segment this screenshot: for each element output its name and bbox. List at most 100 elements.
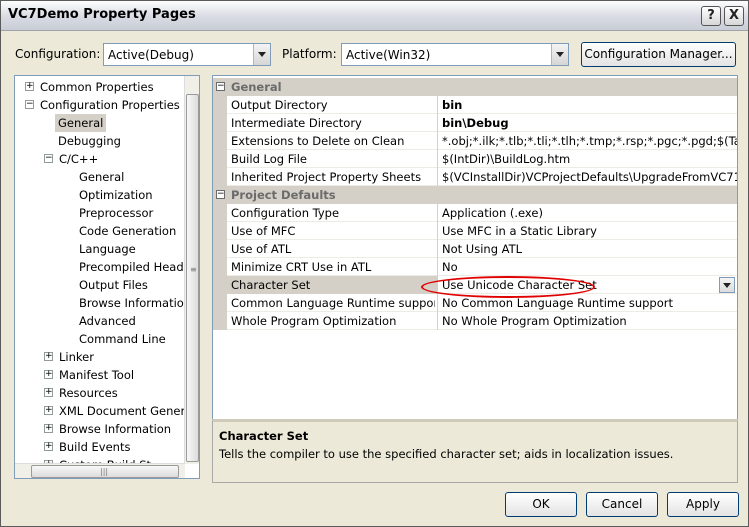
platform-label: Platform: — [282, 47, 337, 61]
tree-item[interactable]: Precompiled Heade — [79, 258, 191, 276]
property-name: Configuration Type — [231, 206, 340, 220]
property-value[interactable]: bin — [442, 98, 737, 112]
description-title: Character Set — [219, 429, 309, 443]
tree-item-label: Browse Information — [59, 422, 172, 436]
tree-item-label: Language — [79, 242, 136, 256]
category-general[interactable]: − General — [213, 78, 737, 96]
property-row[interactable]: Whole Program Optimization No Whole Prog… — [213, 312, 737, 330]
tree-item[interactable]: Language — [79, 240, 136, 258]
platform-select[interactable]: Active(Win32) — [341, 43, 569, 66]
scrollbar-thumb[interactable]: ≡ — [186, 94, 199, 462]
property-pages-dialog: VC7Demo Property Pages ? X Configuration… — [0, 0, 749, 527]
property-row[interactable]: Build Log File $(IntDir)\BuildLog.htm — [213, 150, 737, 168]
tree-item-label: Browse Information — [79, 296, 192, 310]
tree-item[interactable]: Command Line — [79, 330, 166, 348]
tree-item[interactable]: Advanced — [79, 312, 136, 330]
property-row[interactable]: Inherited Project Property Sheets $(VCIn… — [213, 168, 737, 186]
property-row[interactable]: Minimize CRT Use in ATL No — [213, 258, 737, 276]
property-name: Build Log File — [231, 152, 307, 166]
tree-item-label: Preprocessor — [79, 206, 154, 220]
collapse-icon[interactable]: − — [216, 190, 225, 199]
tree-item-label: Output Files — [79, 278, 148, 292]
property-value[interactable]: No — [442, 260, 737, 274]
tree-item-label: Manifest Tool — [59, 368, 135, 382]
tree-item-label: General — [79, 170, 125, 184]
expand-icon[interactable]: + — [44, 424, 53, 433]
tree-item-label: Optimization — [79, 188, 153, 202]
tree-item[interactable]: Code Generation — [79, 222, 176, 240]
tree-item[interactable]: General — [79, 168, 124, 186]
configuration-manager-button[interactable]: Configuration Manager... — [581, 42, 736, 67]
expand-icon[interactable]: + — [44, 352, 53, 361]
tree-item[interactable]: Output Files — [79, 276, 148, 294]
tree-item-label: C/C++ — [59, 152, 99, 166]
ok-button[interactable]: OK — [505, 492, 577, 517]
tree-item-label: Precompiled Heade — [79, 260, 191, 274]
property-name: Output Directory — [231, 98, 328, 112]
expand-icon[interactable]: + — [44, 442, 53, 451]
cancel-button[interactable]: Cancel — [586, 492, 658, 517]
property-row[interactable]: Common Language Runtime support No Commo… — [213, 294, 737, 312]
chevron-down-icon[interactable] — [551, 44, 568, 65]
configuration-select[interactable]: Active(Debug) — [103, 43, 271, 66]
tree-item[interactable]: Browse Information — [79, 294, 191, 312]
property-value[interactable]: Application (.exe) — [442, 206, 737, 220]
property-name: Character Set — [231, 278, 311, 292]
close-button[interactable]: X — [724, 6, 744, 26]
expand-icon[interactable]: + — [44, 406, 53, 415]
window-title: VC7Demo Property Pages — [8, 7, 196, 22]
expand-icon[interactable]: + — [44, 370, 53, 379]
tree-item-label: Common Properties — [40, 80, 154, 94]
property-row[interactable]: Output Directory bin — [213, 96, 737, 114]
property-value[interactable]: Use MFC in a Static Library — [442, 224, 737, 238]
tree-item-label: Code Generation — [79, 224, 177, 238]
expand-icon[interactable]: + — [25, 82, 34, 91]
property-name: Minimize CRT Use in ATL — [231, 260, 372, 274]
tree-item-label: General — [55, 114, 107, 132]
property-row[interactable]: Extensions to Delete on Clean *.obj;*.il… — [213, 132, 737, 150]
tree-item-label: Command Line — [79, 332, 166, 346]
tree-item-label: Configuration Properties — [40, 98, 180, 112]
category-label: Project Defaults — [231, 188, 336, 202]
property-value[interactable]: bin\Debug — [442, 116, 737, 130]
collapse-icon[interactable]: − — [44, 154, 53, 163]
property-value[interactable]: No Whole Program Optimization — [442, 314, 737, 328]
property-value[interactable]: No Common Language Runtime support — [442, 296, 737, 310]
title-bar[interactable]: VC7Demo Property Pages ? X — [1, 1, 748, 31]
platform-value: Active(Win32) — [346, 48, 431, 62]
property-name: Extensions to Delete on Clean — [231, 134, 405, 148]
grip-icon: ||| — [100, 467, 109, 476]
property-row[interactable]: Use of ATL Not Using ATL — [213, 240, 737, 258]
property-row[interactable]: Use of MFC Use MFC in a Static Library — [213, 222, 737, 240]
expand-icon[interactable]: + — [44, 388, 53, 397]
category-label: General — [231, 80, 282, 94]
tree-item[interactable]: Optimization — [79, 186, 153, 204]
property-value[interactable]: *.obj;*.ilk;*.tlb;*.tli;*.tlh;*.tmp;*.rs… — [442, 134, 737, 148]
help-button[interactable]: ? — [701, 6, 721, 26]
property-row[interactable]: Configuration Type Application (.exe) — [213, 204, 737, 222]
property-value[interactable]: $(IntDir)\BuildLog.htm — [442, 152, 737, 166]
apply-button[interactable]: Apply — [667, 492, 739, 517]
collapse-icon[interactable]: − — [216, 82, 225, 91]
configuration-value: Active(Debug) — [108, 48, 194, 62]
collapse-icon[interactable]: − — [25, 100, 34, 109]
scrollbar-thumb[interactable]: ||| — [31, 465, 179, 478]
tree-item[interactable]: Preprocessor — [79, 204, 153, 222]
property-value[interactable]: Not Using ATL — [442, 242, 737, 256]
property-name: Whole Program Optimization — [231, 314, 397, 328]
tree-item-label: Advanced — [79, 314, 136, 328]
grip-icon: ≡ — [190, 265, 197, 274]
tree-item-label: Resources — [59, 386, 118, 400]
property-name: Use of MFC — [231, 224, 296, 238]
chevron-down-icon[interactable] — [719, 277, 735, 293]
property-value[interactable]: $(VCInstallDir)VCProjectDefaults\Upgrade… — [442, 170, 737, 184]
property-row-selected[interactable]: Character Set Use Unicode Character Set — [213, 276, 737, 298]
tree-vertical-scrollbar[interactable]: ≡ — [184, 76, 199, 464]
property-tree[interactable]: + Common Properties − Configuration Prop… — [14, 75, 200, 479]
category-project-defaults[interactable]: − Project Defaults — [213, 186, 737, 204]
chevron-down-icon[interactable] — [253, 44, 270, 65]
tree-horizontal-scrollbar[interactable]: ||| — [15, 463, 185, 478]
property-row[interactable]: Intermediate Directory bin\Debug — [213, 114, 737, 132]
tree-item[interactable]: Debugging — [58, 132, 121, 150]
tree-item-label: XML Document Genera — [59, 404, 193, 418]
